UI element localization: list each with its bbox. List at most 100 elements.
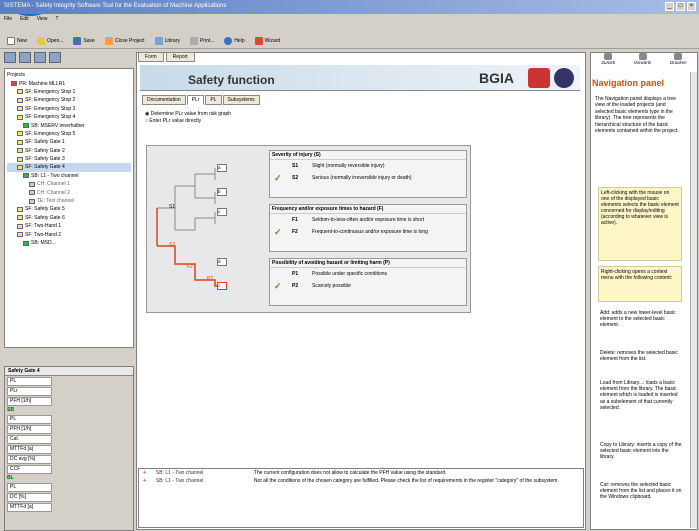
library-load-icon[interactable] — [34, 52, 46, 63]
tab-report[interactable]: Report — [165, 52, 195, 62]
pl-level-d: d — [217, 258, 227, 266]
sg-field: PLr — [7, 387, 52, 396]
frequency-section: Frequency and/or exposure times to hazar… — [269, 204, 467, 252]
option-p2[interactable]: ✓ P2 Scarcely possible — [270, 280, 466, 292]
minimize-button[interactable]: _ — [665, 2, 674, 11]
tree-item[interactable]: CH: Channel 2 — [7, 188, 131, 196]
tree-item[interactable]: SF: Safety Gate 3 — [7, 155, 131, 163]
tree-item-selected[interactable]: SF: Safety Gate 4 — [7, 163, 131, 172]
copy-library-icon[interactable] — [49, 52, 61, 63]
tab-subsystems[interactable]: Subsystems — [222, 95, 260, 105]
menu-help[interactable]: ? — [55, 16, 58, 24]
tree-item[interactable]: SF: Emergency Stop 4 — [7, 113, 131, 121]
safety-gate-panel: Safety Gate 4 PL PLr PFH [1/h] SB PL PFH… — [4, 366, 134, 531]
check-icon: ✓ — [274, 172, 282, 183]
wizard-button[interactable]: Wizard — [252, 36, 284, 46]
close-project-icon — [104, 36, 113, 45]
severity-section: Severity of injury (S) S1 Slight (normall… — [269, 150, 467, 198]
safety-function-banner: Safety function BGIA — [140, 65, 580, 91]
tab-pl[interactable]: PL — [205, 95, 222, 105]
maximize-button[interactable]: □ — [676, 2, 685, 11]
menu-view[interactable]: View — [37, 16, 48, 24]
tab-form[interactable]: Form — [138, 52, 164, 62]
main-toolbar: New Open... Save Close Project Library P… — [0, 33, 699, 49]
print-button[interactable]: Print... — [187, 36, 217, 46]
option-p1[interactable]: P1 Possible under specific conditions — [270, 268, 466, 280]
sg-field: DC [%] — [7, 493, 52, 502]
tree-item[interactable]: SF: Safety Gate 2 — [7, 147, 131, 155]
library-button[interactable]: Library — [152, 36, 183, 46]
help-scrollbar[interactable] — [690, 72, 697, 528]
wizard-icon — [254, 36, 263, 45]
tree-item[interactable]: SF: Safety Gate 5 — [7, 205, 131, 213]
option-s2[interactable]: ✓ S2 Serious (normally irreversible injury… — [270, 172, 466, 184]
help-button[interactable]: Help — [221, 36, 247, 46]
radio-risk-graph[interactable]: ◉ Determine PLr value from risk graph — [145, 111, 231, 118]
close-project-button[interactable]: Close Project — [102, 36, 148, 46]
check-icon: ✓ — [274, 226, 282, 237]
forward-button[interactable]: Vorwärts — [634, 53, 651, 71]
help-rightclick-box: Right-clicking opens a context menu with… — [598, 266, 682, 302]
pl-level-b: b — [217, 188, 227, 196]
help-bullet: Copy to Library: inserts a copy of the s… — [600, 442, 682, 461]
sg-field: PL — [7, 415, 52, 424]
tree-item[interactable]: SF: Emergency Stop 3 — [7, 105, 131, 113]
sg-field: Cat. — [7, 435, 52, 444]
tree-item[interactable]: SF: Emergency Stop 2 — [7, 96, 131, 104]
help-toolbar: Zurück Vorwärts Drucken — [592, 53, 696, 71]
expand-icon: + — [143, 470, 146, 476]
menubar: File Edit View ? — [0, 15, 699, 25]
tree-item[interactable]: SF: Emergency Stop 5 — [7, 130, 131, 138]
back-button[interactable]: Zurück — [601, 53, 615, 71]
help-title: Navigation panel — [592, 78, 665, 88]
hvbg-logo-icon — [554, 68, 574, 88]
tree-item[interactable]: SF: Safety Gate 1 — [7, 138, 131, 146]
sg-tag: SB — [7, 407, 14, 413]
back-icon — [604, 53, 613, 60]
forward-icon — [638, 53, 647, 60]
graph-label-s1: S1 — [169, 204, 176, 210]
tree-item[interactable]: SB: MSERV innerhalber — [7, 121, 131, 129]
sg-field: PFH [1/h] — [7, 397, 52, 406]
tab-documentation[interactable]: Documentation — [142, 95, 186, 105]
tree-item[interactable]: SF: Emergency Stop 1 — [7, 88, 131, 96]
tree-item[interactable]: SB: MSD... — [7, 239, 131, 247]
tree-item[interactable]: SF: Two-Hand 1 — [7, 222, 131, 230]
navigation-toolbar — [4, 52, 132, 66]
help-bullet: Load from Library...: loads a basic elem… — [600, 380, 678, 411]
pl-level-e: e — [217, 282, 227, 290]
help-bullet: Delete: removes the selected basic eleme… — [600, 350, 678, 363]
help-icon — [224, 36, 233, 45]
menu-file[interactable]: File — [4, 16, 12, 24]
help-bullet: Cut: removes the selected basic element … — [600, 482, 682, 501]
subtabs: Documentation PLr PL Subsystems — [142, 95, 260, 105]
tree-root[interactable]: Projects — [7, 71, 131, 79]
option-f1[interactable]: F1 Seldom-to-less-often and/or exposure t… — [270, 214, 466, 226]
bgia-logo: BGIA — [479, 70, 514, 86]
print-help-button[interactable]: Drucken — [670, 53, 687, 71]
tree-item[interactable]: SF: Safety Gate 6 — [7, 214, 131, 222]
add-icon[interactable] — [4, 52, 16, 63]
message-row[interactable]: + SB: L1 - Two channel The current configu… — [139, 469, 583, 477]
save-button[interactable]: Save — [70, 36, 97, 46]
option-s1[interactable]: S1 Slight (normally reversible injury) — [270, 160, 466, 172]
new-button[interactable]: New — [4, 36, 30, 46]
close-button[interactable]: × — [687, 2, 696, 11]
tree-item[interactable]: TE: Test channel — [7, 197, 131, 205]
message-row[interactable]: + SB: L1 - Two channel Not all the conditi… — [139, 477, 583, 485]
print-icon — [674, 53, 683, 60]
safety-gate-title: Safety Gate 4 — [5, 367, 133, 376]
tree-item[interactable]: CH: Channel 1 — [7, 180, 131, 188]
menu-edit[interactable]: Edit — [20, 16, 29, 24]
tree-item[interactable]: PR: Machine MLLR1 — [7, 79, 131, 87]
tab-plr[interactable]: PLr — [186, 95, 205, 105]
option-f2[interactable]: ✓ F2 Frequent-to-continuous and/or exposur… — [270, 226, 466, 238]
sg-tag: BL — [7, 475, 14, 481]
delete-icon[interactable] — [19, 52, 31, 63]
radio-enter-directly[interactable]: ○ Enter PLr value directly — [145, 118, 231, 125]
sg-field: CCF — [7, 465, 52, 474]
open-icon — [37, 36, 46, 45]
tree-item[interactable]: SF: Two-Hand 2 — [7, 230, 131, 238]
tree-item[interactable]: SB: L1 - Two channel — [7, 172, 131, 180]
open-button[interactable]: Open... — [34, 36, 66, 46]
